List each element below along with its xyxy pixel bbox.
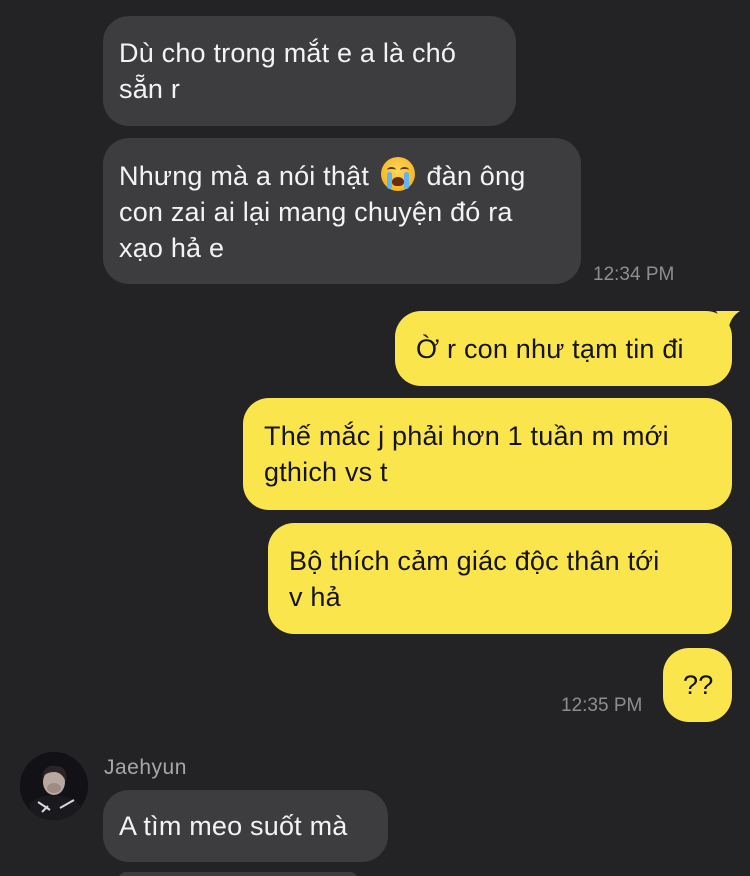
message-line: Dù cho trong mắt e a là chó: [119, 38, 457, 68]
message-line: Bộ thích cảm giác độc thân tới: [289, 546, 660, 576]
avatar[interactable]: [20, 752, 88, 820]
sender-name: Jaehyun: [104, 756, 187, 779]
message-line: xạo hả e: [119, 233, 225, 263]
message-line: con zai ai lại mang chuyện đó ra: [119, 197, 513, 227]
message-line: ??: [683, 670, 714, 700]
message-bubble-outgoing[interactable]: Bộ thích cảm giác độc thân tới v hả: [268, 523, 732, 634]
message-timestamp: 12:34 PM: [593, 264, 675, 285]
message-bubble-incoming[interactable]: A tìm meo suốt mà: [103, 790, 388, 862]
message-bubble-incoming[interactable]: Nhưng mà a nói thật đàn ông con zai ai l…: [103, 138, 581, 284]
message-bubble-incoming-partial[interactable]: [118, 872, 358, 876]
profile-photo-icon: [20, 752, 88, 820]
message-timestamp: 12:35 PM: [561, 695, 643, 716]
message-line: Thế mắc j phải hơn 1 tuần m mới: [264, 421, 669, 451]
message-line: gthich vs t: [264, 457, 388, 487]
chat-thread[interactable]: Dù cho trong mắt e a là chó sẵn r Nhưng …: [0, 0, 750, 876]
message-bubble-outgoing[interactable]: Thế mắc j phải hơn 1 tuần m mới gthich v…: [243, 398, 732, 510]
message-line: Nhưng mà a nói thật đàn ông: [119, 157, 565, 194]
message-line: v hả: [289, 582, 341, 612]
bubble-tail: [716, 311, 740, 331]
message-line: Ờ r con như tạm tin đi: [416, 334, 684, 364]
message-text: đàn ông: [426, 161, 526, 191]
message-line: A tìm meo suốt mà: [119, 811, 348, 841]
message-bubble-incoming[interactable]: Dù cho trong mắt e a là chó sẵn r: [103, 16, 516, 126]
message-bubble-outgoing[interactable]: Ờ r con như tạm tin đi: [395, 311, 732, 386]
message-bubble-outgoing[interactable]: ??: [663, 648, 732, 722]
loudly-crying-face-icon: [380, 157, 415, 191]
message-line: sẵn r: [119, 74, 181, 104]
message-text: Nhưng mà a nói thật: [119, 161, 370, 191]
